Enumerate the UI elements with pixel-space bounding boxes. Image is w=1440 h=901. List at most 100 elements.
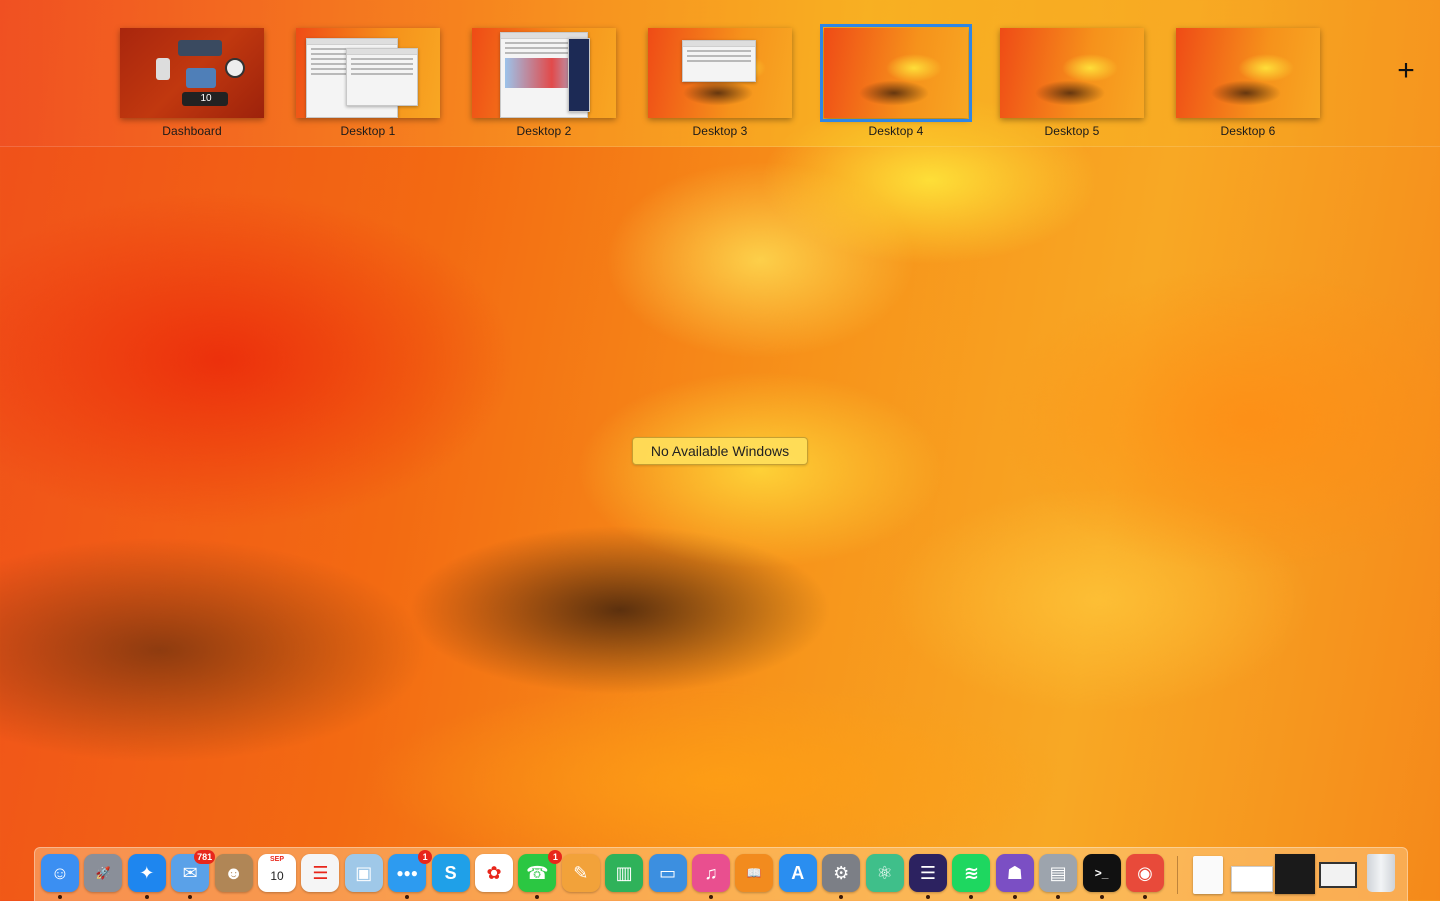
dock-app-system-preferences[interactable]: ⚙ — [822, 854, 861, 892]
preview-icon: ▣ — [355, 862, 373, 883]
notification-badge: 781 — [194, 850, 216, 864]
dock-app-ibooks[interactable]: 📖 — [735, 854, 774, 892]
running-indicator — [926, 895, 930, 899]
dock-app-atom[interactable]: ⚛ — [865, 854, 904, 892]
running-indicator — [535, 895, 540, 899]
space-thumbnail[interactable] — [1176, 28, 1320, 118]
running-indicator — [1143, 895, 1147, 899]
no-available-windows-label: No Available Windows — [632, 437, 808, 465]
dock-app-spotify[interactable]: ≋ — [952, 854, 991, 892]
dock-app-preview[interactable]: ▣ — [344, 854, 383, 892]
dock-app-contacts[interactable]: ☻ — [214, 854, 253, 892]
space-dashboard[interactable]: 10 Dashboard — [120, 28, 264, 138]
dock-app-keynote[interactable]: ▭ — [648, 854, 687, 892]
itunes-icon: ♫ — [704, 862, 718, 883]
space-thumbnail[interactable]: 10 — [120, 28, 264, 118]
world-clock-widget — [178, 40, 222, 56]
dock-app-facetime[interactable]: ☎ 1 — [518, 850, 563, 892]
window-thumbnail — [568, 38, 590, 112]
dock-app-finder[interactable]: ☺ — [41, 854, 79, 892]
photos-icon: ✿ — [486, 862, 502, 883]
space-label: Desktop 2 — [516, 124, 572, 138]
spaces-bar: 10 Dashboard Desktop 1 Desktop 2 Desktop… — [0, 0, 1440, 147]
dock-app-skype[interactable]: S — [431, 854, 470, 892]
dock-app-app-store[interactable]: A — [778, 854, 817, 892]
skype-icon: S — [444, 862, 457, 883]
facetime-icon: ☎ — [526, 862, 549, 883]
running-indicator — [839, 895, 844, 899]
calendar-month-label: SEP — [269, 856, 284, 863]
app-store-icon: A — [791, 862, 805, 883]
dock-app-launchpad[interactable]: 🚀 — [84, 854, 123, 892]
space-desktop-4[interactable]: Desktop 4 — [820, 24, 972, 138]
notification-badge: 1 — [548, 850, 563, 864]
space-thumbnail[interactable] — [1000, 28, 1144, 118]
dock-app-pages[interactable]: ✎ — [561, 854, 600, 892]
calendar-icon: 10 — [270, 869, 284, 883]
system-preferences-icon: ⚙ — [833, 862, 850, 883]
space-desktop-2[interactable]: Desktop 2 — [472, 28, 616, 138]
space-desktop-1[interactable]: Desktop 1 — [296, 28, 440, 138]
dock-document[interactable] — [1193, 856, 1223, 894]
running-indicator — [1056, 895, 1061, 899]
dock-app-github-desktop[interactable]: ☗ — [995, 854, 1034, 892]
dock-app-mail[interactable]: ✉ 781 — [171, 850, 216, 892]
space-label: Desktop 5 — [1044, 124, 1100, 138]
space-thumbnail-selected[interactable] — [820, 24, 972, 122]
space-label: Desktop 4 — [868, 124, 924, 138]
chrome-icon: ◉ — [1137, 862, 1153, 883]
running-indicator — [969, 895, 974, 899]
dock-document-stack[interactable] — [1231, 866, 1273, 892]
messages-icon: ●●● — [396, 866, 419, 880]
space-desktop-6[interactable]: Desktop 6 — [1176, 28, 1320, 138]
safari-icon: ✦ — [139, 862, 155, 883]
space-label: Desktop 1 — [340, 124, 396, 138]
dock-app-itunes[interactable]: ♫ — [692, 854, 730, 892]
dock-downloads-stack[interactable] — [1275, 854, 1315, 894]
running-indicator — [144, 895, 149, 899]
dock-app-reminders[interactable]: ☰ — [301, 854, 340, 892]
space-desktop-3[interactable]: Desktop 3 — [648, 28, 792, 138]
dock-app-chrome[interactable]: ◉ — [1126, 854, 1164, 892]
clock-widget — [225, 58, 245, 78]
dock-trash[interactable] — [1367, 854, 1395, 892]
spotify-icon: ≋ — [963, 862, 979, 883]
atom-icon: ⚛ — [876, 862, 893, 883]
dock-separator — [1177, 856, 1178, 894]
reminders-icon: ☰ — [312, 862, 329, 883]
pages-icon: ✎ — [573, 862, 589, 883]
mail-icon: ✉ — [182, 862, 198, 883]
dock: ☺ 🚀 ✦ ✉ 781 ☻ SEP 10 ☰ ▣ ●●● 1 S ✿ ☎ 1 ✎ ▥ ▭ ♫ 📖 A ⚙ ⚛ ☰ ≋ ☗ ▤ >_ ◉ — [34, 847, 1408, 901]
weather-widget — [186, 68, 216, 88]
launchpad-icon: 🚀 — [95, 866, 111, 880]
notification-badge: 1 — [418, 850, 433, 864]
running-indicator — [58, 895, 62, 899]
add-desktop-button[interactable]: + — [1392, 56, 1420, 86]
dock-app-terminal[interactable]: >_ — [1082, 854, 1121, 892]
dock-app-messages[interactable]: ●●● 1 — [388, 850, 433, 892]
space-label: Desktop 3 — [692, 124, 748, 138]
dock-app-eclipse[interactable]: ☰ — [909, 854, 947, 892]
github-icon: ☗ — [1006, 862, 1023, 883]
window-thumbnail — [682, 40, 756, 82]
dock-app-numbers[interactable]: ▥ — [605, 854, 644, 892]
dock-app-safari[interactable]: ✦ — [127, 854, 166, 892]
keynote-icon: ▭ — [659, 862, 677, 883]
numbers-icon: ▥ — [615, 862, 633, 883]
space-thumbnail[interactable] — [648, 28, 792, 118]
dock-app-archive-utility[interactable]: ▤ — [1039, 854, 1078, 892]
finder-icon: ☺ — [50, 862, 70, 883]
calendar-widget: 10 — [182, 92, 228, 106]
space-label: Dashboard — [162, 124, 222, 138]
archive-icon: ▤ — [1049, 862, 1067, 883]
space-desktop-5[interactable]: Desktop 5 — [1000, 28, 1144, 138]
running-indicator — [709, 895, 713, 899]
space-thumbnail[interactable] — [296, 28, 440, 118]
dock-app-photos[interactable]: ✿ — [475, 854, 513, 892]
dock-window-stack[interactable] — [1319, 862, 1357, 888]
window-thumbnail — [346, 48, 418, 106]
running-indicator — [188, 895, 193, 899]
dock-app-calendar[interactable]: SEP 10 — [258, 854, 296, 892]
space-thumbnail[interactable] — [472, 28, 616, 118]
running-indicator — [1099, 895, 1104, 899]
